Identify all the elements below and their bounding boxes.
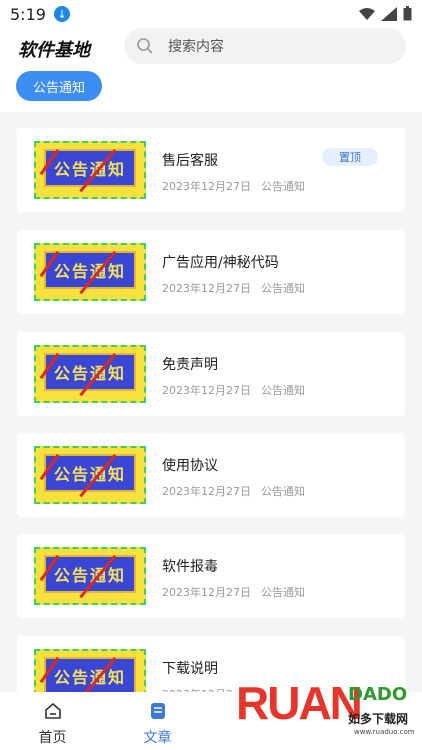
app-title: 软件基地: [18, 40, 90, 61]
article-category: 公告通知: [261, 180, 305, 193]
watermark-cn: 如多下载网: [348, 712, 409, 726]
search-icon: [137, 38, 153, 54]
article-title: 下载说明: [162, 661, 218, 677]
wifi-icon: [359, 7, 375, 20]
article-title: 广告应用/神秘代码: [162, 255, 279, 271]
article-title: 免责声明: [162, 357, 218, 373]
status-time: 5:19: [10, 4, 46, 24]
article-card[interactable]: 公告通知 使用协议 2023年12月27日 公告通知: [17, 433, 405, 517]
article-card[interactable]: 公告通知 售后客服 2023年12月27日 公告通知 置顶: [17, 128, 405, 212]
search-input[interactable]: 搜索内容: [124, 28, 406, 64]
search-placeholder: 搜索内容: [168, 39, 224, 55]
article-title: 售后客服: [162, 153, 218, 169]
article-meta: 2023年12月27日 公告通知: [162, 483, 305, 499]
status-bar: 5:19 ↓: [0, 0, 422, 28]
article-meta: 2023年12月27日 公告通知: [162, 178, 305, 194]
article-card[interactable]: 公告通知 免责声明 2023年12月27日 公告通知: [17, 332, 405, 416]
article-category: 公告通知: [261, 282, 305, 295]
article-thumbnail: 公告通知: [34, 141, 146, 199]
nav-articles-label: 文章: [143, 730, 172, 746]
nav-home-label: 首页: [38, 730, 67, 746]
watermark-url: www.ruaduo.com: [354, 728, 415, 736]
article-thumbnail: 公告通知: [34, 446, 146, 504]
watermark-brand2: DADO: [348, 684, 408, 705]
article-date: 2023年12月27日: [162, 586, 251, 599]
article-date: 2023年12月27日: [162, 485, 251, 498]
article-card[interactable]: 公告通知 广告应用/神秘代码 2023年12月27日 公告通知: [17, 230, 405, 314]
article-title: 软件报毒: [162, 559, 218, 575]
article-date: 2023年12月27日: [162, 282, 251, 295]
article-meta: 2023年12月27日 公告通知: [162, 382, 305, 398]
article-category: 公告通知: [261, 384, 305, 397]
download-icon: ↓: [53, 6, 70, 22]
article-date: 2023年12月27日: [162, 384, 251, 397]
article-thumbnail: 公告通知: [34, 243, 146, 301]
article-date: 2023年12月27日: [162, 180, 251, 193]
nav-articles[interactable]: 文章: [105, 692, 210, 750]
top-header: 软件基地 搜索内容 公告通知: [0, 28, 422, 112]
article-category: 公告通知: [261, 586, 305, 599]
article-meta: 2023年12月27日 公告通知: [162, 584, 305, 600]
nav-home[interactable]: 首页: [0, 692, 105, 750]
article-category: 公告通知: [261, 485, 305, 498]
article-meta: 2023年12月27日 公告通知: [162, 280, 305, 296]
watermark-logo: RUAN DADO 如多下载网 www.ruaduo.com: [236, 676, 416, 748]
article-thumbnail: 公告通知: [34, 345, 146, 403]
article-title: 使用协议: [162, 458, 218, 474]
signal-icon: [381, 6, 397, 21]
category-chip[interactable]: 公告通知: [16, 71, 102, 101]
article-thumbnail: 公告通知: [34, 547, 146, 605]
article-card[interactable]: 公告通知 软件报毒 2023年12月27日 公告通知: [17, 534, 405, 618]
watermark-brand: RUAN: [236, 677, 363, 729]
pinned-badge: 置顶: [322, 148, 378, 166]
home-icon: [44, 703, 61, 719]
status-icons: [359, 6, 412, 21]
article-icon: [150, 703, 165, 719]
battery-icon: [403, 6, 412, 21]
